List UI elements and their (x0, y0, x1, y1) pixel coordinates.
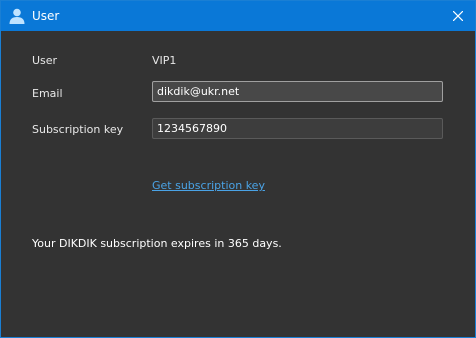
user-icon (8, 7, 26, 25)
close-button[interactable] (441, 1, 475, 31)
email-field[interactable] (152, 81, 443, 102)
user-value: VIP1 (152, 54, 177, 67)
window-title: User (32, 9, 60, 23)
close-icon (453, 11, 463, 21)
email-label: Email (32, 87, 63, 100)
subscription-key-label: Subscription key (32, 123, 124, 136)
title-bar[interactable]: User (1, 1, 475, 31)
user-dialog: User User VIP1 Email Subscription key Ge… (0, 0, 476, 338)
user-label: User (32, 54, 58, 67)
subscription-status-message: Your DIKDIK subscription expires in 365 … (32, 237, 282, 250)
get-subscription-key-link[interactable]: Get subscription key (152, 179, 265, 192)
subscription-key-field[interactable] (152, 118, 443, 139)
